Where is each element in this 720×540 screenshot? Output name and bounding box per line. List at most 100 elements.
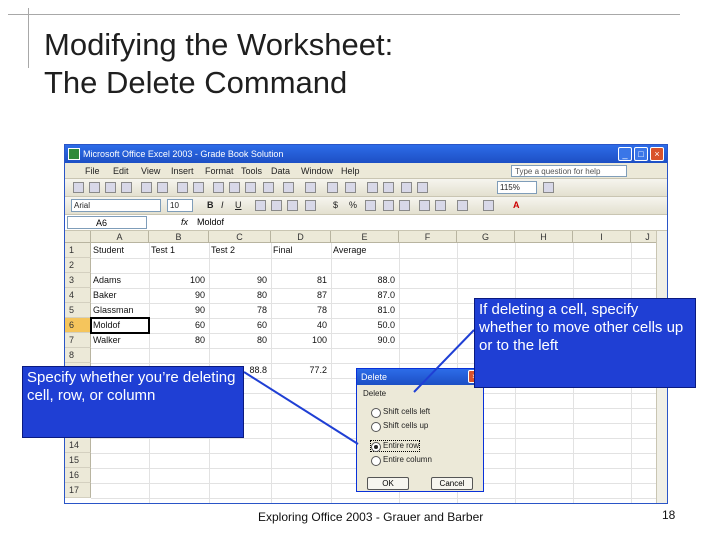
row-header[interactable]: 3 bbox=[65, 273, 91, 288]
menu-data[interactable]: Data bbox=[271, 163, 290, 179]
underline-icon[interactable]: U bbox=[235, 200, 242, 211]
merge-center-icon[interactable] bbox=[305, 200, 316, 211]
currency-icon[interactable]: $ bbox=[333, 200, 338, 211]
table-cell[interactable] bbox=[93, 258, 145, 273]
row-header[interactable]: 1 bbox=[65, 243, 91, 258]
chart-wizard-icon[interactable] bbox=[401, 182, 412, 193]
table-cell[interactable]: 80 bbox=[211, 288, 267, 303]
column-header[interactable]: B bbox=[149, 231, 209, 243]
table-cell[interactable] bbox=[273, 438, 327, 453]
borders-icon[interactable] bbox=[457, 200, 468, 211]
table-cell[interactable]: 81.0 bbox=[333, 303, 395, 318]
column-header[interactable]: A bbox=[91, 231, 149, 243]
select-all-corner[interactable] bbox=[65, 231, 91, 243]
table-cell[interactable] bbox=[211, 468, 267, 483]
table-cell[interactable] bbox=[273, 378, 327, 393]
table-cell[interactable]: Average bbox=[333, 243, 395, 258]
row-header[interactable]: 8 bbox=[65, 348, 91, 363]
table-cell[interactable] bbox=[273, 423, 327, 438]
redo-icon[interactable] bbox=[305, 182, 316, 193]
new-icon[interactable] bbox=[73, 182, 84, 193]
row-header[interactable]: 6 bbox=[65, 318, 91, 333]
menu-help[interactable]: Help bbox=[341, 163, 360, 179]
help-icon[interactable] bbox=[543, 182, 554, 193]
italic-icon[interactable]: I bbox=[221, 200, 224, 211]
minimize-button[interactable]: _ bbox=[618, 147, 632, 161]
table-cell[interactable] bbox=[211, 258, 267, 273]
ok-button[interactable]: OK bbox=[367, 477, 409, 490]
table-cell[interactable] bbox=[273, 453, 327, 468]
table-cell[interactable] bbox=[151, 258, 205, 273]
table-cell[interactable] bbox=[151, 468, 205, 483]
sort-descending-icon[interactable] bbox=[383, 182, 394, 193]
table-cell[interactable]: 87.0 bbox=[333, 288, 395, 303]
table-cell[interactable] bbox=[333, 258, 395, 273]
maximize-button[interactable]: □ bbox=[634, 147, 648, 161]
table-cell[interactable] bbox=[151, 483, 205, 498]
table-cell[interactable]: 90 bbox=[211, 273, 267, 288]
table-cell[interactable] bbox=[93, 438, 145, 453]
increase-indent-icon[interactable] bbox=[435, 200, 446, 211]
table-cell[interactable] bbox=[211, 438, 267, 453]
column-header[interactable]: I bbox=[573, 231, 631, 243]
print-preview-icon[interactable] bbox=[157, 182, 168, 193]
table-cell[interactable]: 81 bbox=[273, 273, 327, 288]
row-header[interactable]: 14 bbox=[65, 438, 91, 453]
fx-icon[interactable]: fx bbox=[181, 216, 188, 229]
column-header[interactable]: G bbox=[457, 231, 515, 243]
radio-shift-cells-up[interactable]: Shift cells up bbox=[371, 421, 428, 432]
menu-tools[interactable]: Tools bbox=[241, 163, 262, 179]
cancel-button[interactable]: Cancel bbox=[431, 477, 473, 490]
align-right-icon[interactable] bbox=[287, 200, 298, 211]
save-icon[interactable] bbox=[105, 182, 116, 193]
paste-icon[interactable] bbox=[245, 182, 256, 193]
table-cell[interactable] bbox=[93, 468, 145, 483]
table-cell[interactable] bbox=[273, 393, 327, 408]
increase-decimal-icon[interactable] bbox=[383, 200, 394, 211]
menu-view[interactable]: View bbox=[141, 163, 160, 179]
table-cell[interactable]: 77.2 bbox=[273, 363, 327, 378]
radio-entire-column[interactable]: Entire column bbox=[371, 455, 432, 466]
excel-titlebar[interactable]: Microsoft Office Excel 2003 - Grade Book… bbox=[65, 145, 667, 163]
table-cell[interactable] bbox=[273, 408, 327, 423]
table-cell[interactable] bbox=[273, 348, 327, 363]
table-cell[interactable]: Test 2 bbox=[211, 243, 267, 258]
column-header[interactable]: H bbox=[515, 231, 573, 243]
help-search-input[interactable]: Type a question for help bbox=[511, 165, 627, 177]
comma-style-icon[interactable] bbox=[365, 200, 376, 211]
table-cell[interactable]: 90 bbox=[151, 303, 205, 318]
menu-edit[interactable]: Edit bbox=[113, 163, 129, 179]
table-cell[interactable]: Student bbox=[93, 243, 145, 258]
table-cell[interactable]: 40 bbox=[273, 318, 327, 333]
fill-color-icon[interactable] bbox=[483, 200, 494, 211]
font-name-select[interactable]: Arial bbox=[71, 199, 161, 212]
row-header[interactable]: 7 bbox=[65, 333, 91, 348]
table-cell[interactable] bbox=[211, 483, 267, 498]
table-cell[interactable] bbox=[151, 348, 205, 363]
row-header[interactable]: 2 bbox=[65, 258, 91, 273]
zoom-select[interactable]: 115% bbox=[497, 181, 537, 194]
table-cell[interactable]: Final bbox=[273, 243, 327, 258]
column-header[interactable]: D bbox=[271, 231, 331, 243]
bold-icon[interactable]: B bbox=[207, 200, 214, 211]
drawing-icon[interactable] bbox=[417, 182, 428, 193]
name-box[interactable]: A6 bbox=[67, 216, 147, 229]
table-cell[interactable] bbox=[211, 348, 267, 363]
table-cell[interactable]: Adams bbox=[93, 273, 145, 288]
table-cell[interactable]: 80 bbox=[211, 333, 267, 348]
table-cell[interactable]: 87 bbox=[273, 288, 327, 303]
table-cell[interactable] bbox=[151, 438, 205, 453]
radio-shift-cells-left[interactable]: Shift cells left bbox=[371, 407, 430, 418]
table-cell[interactable]: 90.0 bbox=[333, 333, 395, 348]
column-header[interactable]: F bbox=[399, 231, 457, 243]
column-header[interactable]: C bbox=[209, 231, 271, 243]
percent-icon[interactable]: % bbox=[349, 200, 357, 211]
table-cell[interactable]: Baker bbox=[93, 288, 145, 303]
font-size-select[interactable]: 10 bbox=[167, 199, 193, 212]
menu-insert[interactable]: Insert bbox=[171, 163, 194, 179]
formula-value[interactable]: Moldof bbox=[197, 216, 224, 229]
table-cell[interactable]: 50.0 bbox=[333, 318, 395, 333]
table-cell[interactable]: 78 bbox=[273, 303, 327, 318]
column-header[interactable]: E bbox=[331, 231, 399, 243]
table-cell[interactable]: 78 bbox=[211, 303, 267, 318]
